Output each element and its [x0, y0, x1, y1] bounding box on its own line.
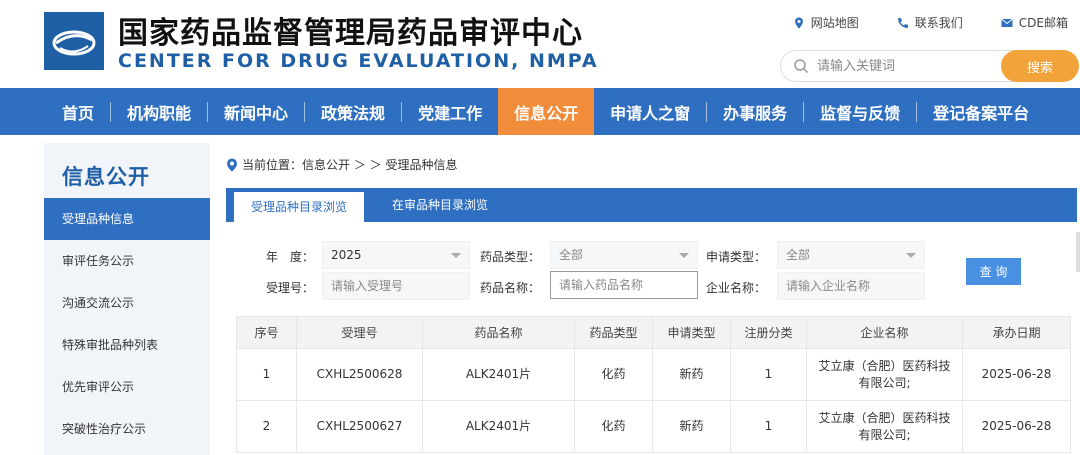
query-button[interactable]: 查 询 [966, 258, 1021, 285]
breadcrumb: 当前位置：信息公开 ＞ ＞ 受理品种信息 [226, 156, 457, 173]
sidebar-item-priority-review[interactable]: 优先审评公示 [44, 366, 210, 408]
cell-company: 艾立康（合肥）医药科技有限公司; [806, 400, 963, 453]
mail-icon [1000, 18, 1013, 27]
sidebar-item-special-approval[interactable]: 特殊审批品种列表 [44, 324, 210, 366]
search-icon [794, 59, 809, 74]
cde-mail-link[interactable]: CDE邮箱 [1000, 14, 1068, 31]
col-header[interactable]: 受理号 [296, 316, 423, 349]
cell-index: 1 [236, 348, 297, 401]
cell-drug-type: 化药 [574, 348, 653, 401]
company-label: 企业名称： [706, 281, 767, 295]
contact-link[interactable]: 联系我们 [897, 14, 963, 31]
nav-item-party[interactable]: 党建工作 [402, 88, 498, 135]
location-pin-icon [227, 158, 237, 171]
col-header[interactable]: 注册分类 [730, 316, 807, 349]
drug-type-label: 药品类型： [480, 250, 541, 264]
site-title-cn: 国家药品监督管理局药品审评中心 [118, 16, 583, 51]
location-pin-icon [794, 17, 803, 28]
company-input[interactable]: 请输入企业名称 [777, 272, 925, 300]
year-value: 2025 [331, 248, 362, 262]
cell-reg-class: 1 [730, 400, 807, 453]
cell-index: 2 [236, 400, 297, 453]
nav-item-services[interactable]: 办事服务 [707, 88, 803, 135]
col-header[interactable]: 申请类型 [652, 316, 731, 349]
cell-drug-name[interactable]: ALK2401片 [422, 400, 575, 453]
cell-apply-type: 新药 [652, 348, 731, 401]
sidebar-item-communication[interactable]: 沟通交流公示 [44, 282, 210, 324]
nav-item-registration[interactable]: 登记备案平台 [917, 88, 1041, 135]
drug-type-select[interactable]: 全部 [550, 241, 698, 269]
col-header[interactable]: 序号 [236, 316, 297, 349]
apply-type-label: 申请类型： [706, 250, 767, 264]
cell-date: 2025-06-28 [962, 348, 1071, 401]
nav-item-home[interactable]: 首页 [0, 88, 110, 135]
scrollbar[interactable] [1076, 232, 1080, 272]
sidebar-title: 信息公开 [62, 165, 150, 189]
contact-label: 联系我们 [914, 16, 963, 30]
cell-reg-class: 1 [730, 348, 807, 401]
accept-no-input[interactable]: 请输入受理号 [322, 272, 470, 300]
cell-drug-type: 化药 [574, 400, 653, 453]
top-links: 网站地图 联系我们 CDE邮箱 [793, 14, 1068, 31]
sidebar-list: 受理品种信息 审评任务公示 沟通交流公示 特殊审批品种列表 优先审评公示 突破性… [44, 198, 210, 450]
sidebar-item-breakthrough[interactable]: 突破性治疗公示 [44, 408, 210, 450]
site-header: 国家药品监督管理局药品审评中心 CENTER FOR DRUG EVALUATI… [0, 0, 1080, 88]
nav-item-policy[interactable]: 政策法规 [305, 88, 401, 135]
col-header[interactable]: 药品名称 [422, 316, 575, 349]
search-button[interactable]: 搜索 [1001, 50, 1079, 82]
nav-item-applicant[interactable]: 申请人之窗 [594, 88, 706, 135]
phone-icon [897, 17, 908, 28]
cell-date: 2025-06-28 [962, 400, 1071, 453]
drug-type-value: 全部 [559, 248, 584, 262]
tab-bar: 受理品种目录浏览 在审品种目录浏览 [226, 188, 1077, 222]
col-header[interactable]: 企业名称 [806, 316, 963, 349]
breadcrumb-text: 当前位置：信息公开 ＞ ＞ 受理品种信息 [242, 158, 458, 172]
cde-logo[interactable] [44, 12, 104, 70]
cell-company: 艾立康（合肥）医药科技有限公司; [806, 348, 963, 401]
sidebar-item-accepted-varieties[interactable]: 受理品种信息 [44, 198, 210, 240]
table-header-row: 序号 受理号 药品名称 药品类型 申请类型 注册分类 企业名称 承办日期 [236, 316, 1071, 349]
year-label: 年 度： [266, 250, 315, 264]
nav-item-functions[interactable]: 机构职能 [111, 88, 207, 135]
nav-item-supervision[interactable]: 监督与反馈 [804, 88, 916, 135]
tab-under-review-catalog[interactable]: 在审品种目录浏览 [392, 188, 488, 222]
tab-accepted-catalog[interactable]: 受理品种目录浏览 [234, 192, 364, 222]
cde-mail-label: CDE邮箱 [1018, 16, 1068, 30]
apply-type-select[interactable]: 全部 [777, 241, 925, 269]
sidebar-item-review-tasks[interactable]: 审评任务公示 [44, 240, 210, 282]
drug-name-input[interactable]: 请输入药品名称 [550, 271, 698, 299]
col-header[interactable]: 承办日期 [962, 316, 1071, 349]
chevron-down-icon [451, 253, 461, 258]
logo-emblem-icon [44, 12, 104, 70]
cell-accept-no[interactable]: CXHL2500628 [296, 348, 423, 401]
cell-apply-type: 新药 [652, 400, 731, 453]
table-row[interactable]: 1 CXHL2500628 ALK2401片 化药 新药 1 艾立康（合肥）医药… [236, 348, 1071, 401]
nav-item-info-public[interactable]: 信息公开 [498, 88, 595, 135]
sidebar: 信息公开 受理品种信息 审评任务公示 沟通交流公示 特殊审批品种列表 优先审评公… [44, 143, 210, 455]
results-table: 序号 受理号 药品名称 药品类型 申请类型 注册分类 企业名称 承办日期 1 C… [236, 316, 1071, 453]
site-title-en: CENTER FOR DRUG EVALUATION, NMPA [118, 50, 599, 72]
cell-drug-name[interactable]: ALK2401片 [422, 348, 575, 401]
chevron-down-icon [679, 253, 689, 258]
table-row[interactable]: 2 CXHL2500627 ALK2401片 化药 新药 1 艾立康（合肥）医药… [236, 400, 1071, 453]
apply-type-value: 全部 [786, 248, 811, 262]
year-select[interactable]: 2025 [322, 241, 470, 269]
main-nav: 首页 机构职能 新闻中心 政策法规 党建工作 信息公开 申请人之窗 办事服务 监… [0, 88, 1080, 135]
nav-item-news[interactable]: 新闻中心 [208, 88, 304, 135]
site-search: 搜索 [780, 50, 1079, 82]
sitemap-link[interactable]: 网站地图 [793, 14, 859, 31]
cell-accept-no[interactable]: CXHL2500627 [296, 400, 423, 453]
chevron-down-icon [906, 253, 916, 258]
accept-no-label: 受理号： [266, 281, 315, 295]
sitemap-label: 网站地图 [810, 16, 859, 30]
col-header[interactable]: 药品类型 [574, 316, 653, 349]
filter-form: 年 度： 2025 药品类型： 全部 申请类型： 全部 受理号： 请输入受理号 … [236, 232, 1076, 312]
search-input[interactable] [817, 53, 997, 79]
drug-name-label: 药品名称： [480, 281, 541, 295]
